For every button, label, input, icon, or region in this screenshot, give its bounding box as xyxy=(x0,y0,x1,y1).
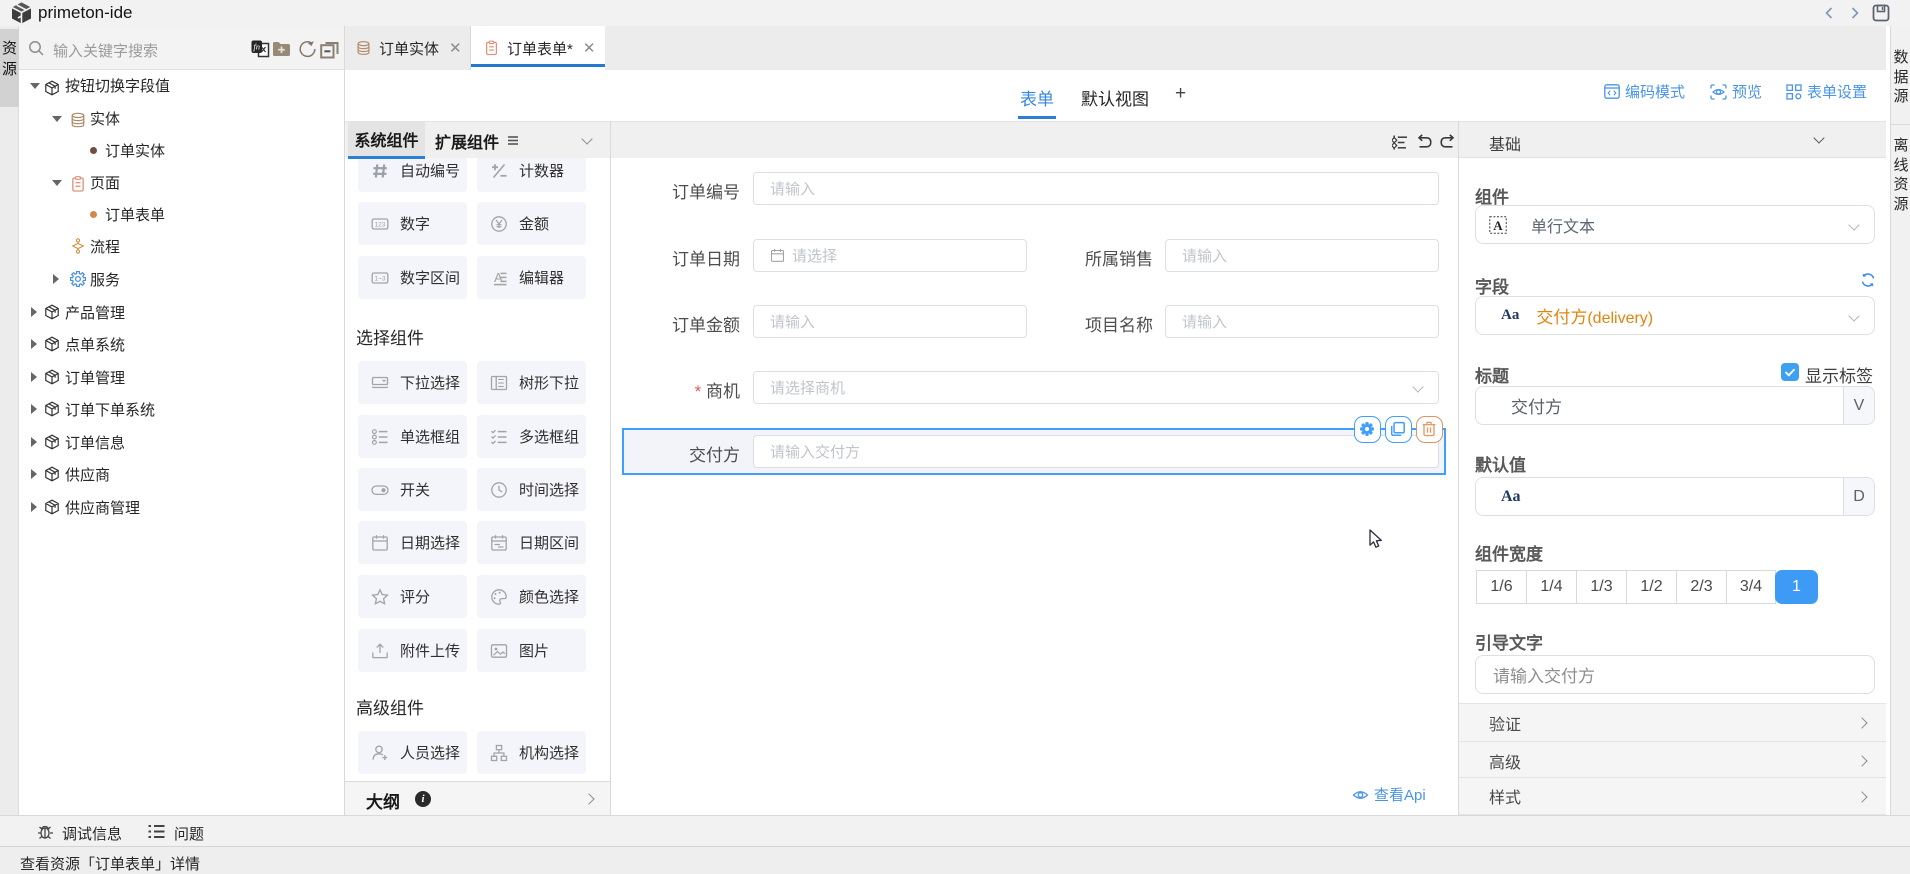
svg-text:fn: fn xyxy=(253,42,260,52)
svg-text:A: A xyxy=(1493,218,1503,233)
